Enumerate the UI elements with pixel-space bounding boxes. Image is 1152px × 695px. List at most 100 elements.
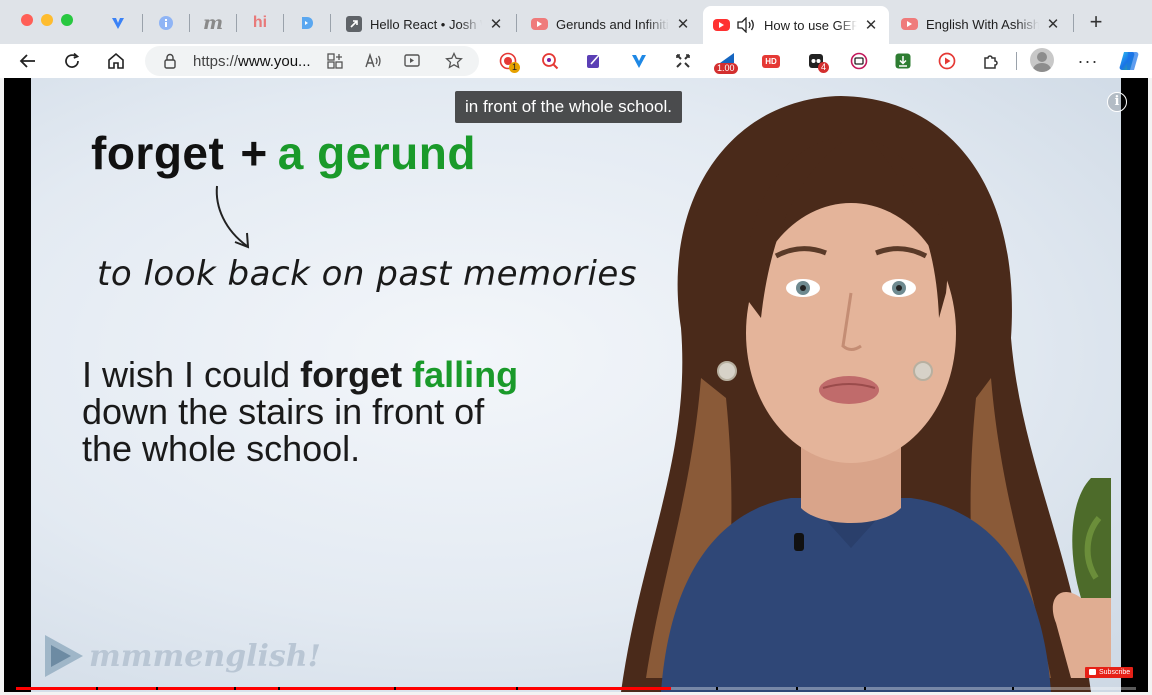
- tab-gerunds-infinitives[interactable]: Gerunds and Infinitive ✕: [521, 8, 701, 40]
- example-text: I wish I could: [82, 354, 301, 395]
- apps-icon[interactable]: [327, 53, 343, 69]
- media-icon[interactable]: [404, 53, 422, 69]
- tab-title: Gerunds and Infinitive: [556, 16, 669, 32]
- example-line-1: I wish I could forget falling: [82, 356, 518, 393]
- youtube-icon: [901, 18, 918, 30]
- extension-badge: 4: [818, 62, 830, 73]
- extension-dark-mode[interactable]: 4: [804, 49, 830, 73]
- tab-separator: [283, 14, 284, 32]
- speaker-icon[interactable]: [736, 17, 756, 33]
- tab-strip: m hi Hello React • Josh W ✕ Gerunds and …: [0, 0, 1152, 44]
- tab-title: Hello React • Josh W: [370, 16, 482, 32]
- chapter-marker: [234, 687, 236, 690]
- back-button[interactable]: [14, 47, 42, 75]
- home-button[interactable]: [102, 47, 130, 75]
- extension-play[interactable]: [935, 49, 959, 73]
- extension-vee[interactable]: [627, 49, 651, 73]
- read-aloud-icon[interactable]: [365, 53, 383, 69]
- video-player[interactable]: forget + a gerund to look back on past mem…: [4, 78, 1148, 692]
- example-verb: forget: [300, 354, 403, 395]
- vee-icon: [632, 55, 646, 68]
- more-icon: ···: [1077, 50, 1099, 71]
- toolbar-separator: [1016, 52, 1017, 70]
- back-arrow-icon: [19, 54, 35, 68]
- zoom-window-button[interactable]: [61, 14, 73, 26]
- chapter-marker: [864, 687, 866, 690]
- close-window-button[interactable]: [21, 14, 33, 26]
- video-caption: in front of the whole school.: [455, 91, 682, 123]
- tab-hello-react[interactable]: Hello React • Josh W ✕: [336, 8, 514, 40]
- tab-separator: [516, 14, 517, 32]
- address-bar[interactable]: https://www.you...: [145, 46, 479, 76]
- tab-separator: [330, 14, 331, 32]
- youtube-icon: [713, 19, 730, 31]
- pinned-tab-vee[interactable]: [104, 10, 132, 36]
- subscribe-watermark[interactable]: Subscribe: [1085, 667, 1134, 678]
- extension-notes[interactable]: [582, 49, 606, 73]
- hi-icon: hi: [252, 14, 268, 31]
- copilot-button[interactable]: [1115, 47, 1143, 75]
- pinned-tab-info[interactable]: [152, 10, 180, 36]
- heading-word: forget: [91, 127, 225, 179]
- lock-icon: [164, 53, 176, 69]
- extension-hd[interactable]: HD: [759, 49, 783, 73]
- tab-separator: [1073, 14, 1074, 32]
- reload-button[interactable]: [58, 47, 86, 75]
- video-progress-bar[interactable]: [16, 687, 1136, 690]
- info-icon[interactable]: i: [1107, 92, 1127, 112]
- close-tab-icon[interactable]: ✕: [488, 15, 504, 33]
- arrows-icon: [676, 54, 690, 68]
- logo-text: mmmenglish!: [89, 638, 321, 674]
- close-tab-icon[interactable]: ✕: [863, 16, 879, 34]
- chapter-marker: [156, 687, 158, 690]
- tab-english-with-ashish[interactable]: English With Ashish - ✕: [891, 8, 1071, 40]
- download-icon: [895, 53, 911, 69]
- extension-record[interactable]: 1: [496, 49, 521, 73]
- favorite-star-icon[interactable]: [445, 52, 463, 70]
- chapter-marker: [278, 687, 280, 690]
- pinned-tab-hi[interactable]: hi: [246, 10, 274, 36]
- tab-title: English With Ashish -: [926, 16, 1039, 32]
- pinned-tab-m[interactable]: m: [199, 10, 227, 36]
- info-icon: [159, 16, 173, 30]
- url-text: https://www.you...: [193, 53, 311, 70]
- logo-play-icon: [45, 635, 83, 677]
- more-menu-button[interactable]: ···: [1074, 47, 1102, 75]
- vee-icon: [112, 18, 124, 29]
- tab-separator: [236, 14, 237, 32]
- curved-arrow-icon: [215, 185, 250, 249]
- close-tab-icon[interactable]: ✕: [675, 15, 691, 33]
- extensions-button[interactable]: [979, 49, 1003, 73]
- chapter-marker: [516, 687, 518, 690]
- puzzle-icon: [984, 55, 998, 69]
- home-icon: [108, 52, 124, 69]
- pinned-tab-d[interactable]: [293, 10, 321, 36]
- extension-screen[interactable]: [847, 49, 871, 73]
- extension-speed[interactable]: 1.00: [714, 49, 739, 74]
- extension-badge: 1: [509, 62, 521, 73]
- tab-how-to-use-gerunds[interactable]: How to use GERUNDS ✕: [703, 6, 889, 44]
- play-icon: [938, 52, 956, 70]
- arrow-icon: [346, 16, 362, 32]
- example-line-2: down the stairs in front of: [82, 391, 485, 432]
- video-frame[interactable]: forget + a gerund to look back on past mem…: [31, 78, 1121, 692]
- profile-avatar[interactable]: [1030, 48, 1054, 72]
- extension-search[interactable]: [538, 49, 562, 73]
- extension-badge: 1.00: [714, 63, 738, 74]
- close-tab-icon[interactable]: ✕: [1045, 15, 1061, 33]
- presenter-image: [621, 96, 1111, 692]
- example-line-3: the whole school.: [82, 428, 361, 469]
- plus-icon: +: [1089, 9, 1103, 34]
- minimize-window-button[interactable]: [41, 14, 53, 26]
- screen-icon: [850, 52, 868, 70]
- channel-logo: mmmenglish!: [43, 633, 321, 679]
- chapter-marker: [716, 687, 718, 690]
- extension-arrows[interactable]: [671, 49, 695, 73]
- chapter-marker: [394, 687, 396, 690]
- new-tab-button[interactable]: +: [1083, 10, 1109, 36]
- d-icon: [302, 17, 313, 29]
- example-gerund: falling: [402, 354, 519, 395]
- tab-separator: [189, 14, 190, 32]
- extension-download[interactable]: [891, 49, 915, 73]
- slide-heading: forget + a gerund: [91, 126, 476, 180]
